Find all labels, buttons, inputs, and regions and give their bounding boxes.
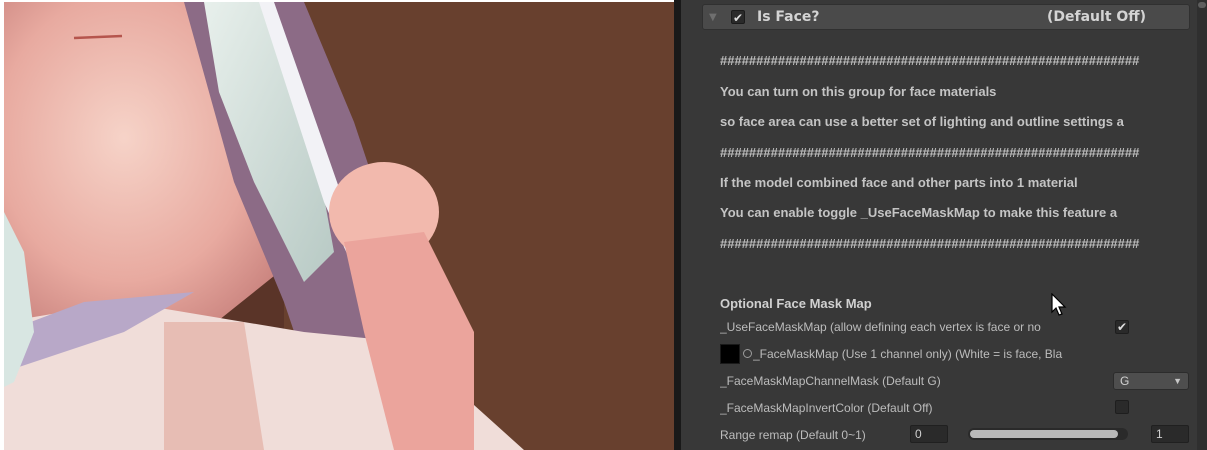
pane-divider[interactable] [674, 0, 681, 450]
scrollbar-thumb[interactable] [1198, 2, 1206, 8]
help-text-line: so face area can use a better set of lig… [720, 114, 1124, 129]
range-max-field[interactable]: 1 [1151, 425, 1189, 443]
range-remap-label: Range remap (Default 0~1) [720, 428, 866, 442]
help-text-line: If the model combined face and other par… [720, 175, 1078, 190]
separator-line: ########################################… [720, 53, 1140, 68]
scene-viewport[interactable] [4, 2, 674, 450]
group-default-label: (Default Off) [1047, 9, 1147, 25]
is-face-group-header[interactable]: ▼ ✔ Is Face? (Default Off) [702, 4, 1190, 30]
range-min-field[interactable]: 0 [910, 425, 948, 443]
help-text-line: You can enable toggle _UseFaceMaskMap to… [720, 205, 1118, 220]
invert-color-label: _FaceMaskMapInvertColor (Default Off) [720, 401, 933, 415]
section-title: Optional Face Mask Map [720, 296, 872, 311]
foldout-arrow-icon[interactable]: ▼ [709, 12, 721, 23]
inspector-scrollbar[interactable] [1197, 0, 1207, 450]
separator-line: ########################################… [720, 145, 1140, 160]
face-mask-map-texture-slot[interactable] [720, 344, 740, 364]
separator-line: ########################################… [720, 236, 1140, 251]
help-text-line: You can turn on this group for face mate… [720, 84, 997, 99]
use-face-mask-map-toggle[interactable]: ✔ [1115, 320, 1129, 334]
invert-color-toggle[interactable] [1115, 400, 1129, 414]
use-face-mask-map-label: _UseFaceMaskMap (allow defining each ver… [720, 320, 1041, 334]
inspector-panel: ▼ ✔ Is Face? (Default Off) #############… [681, 0, 1207, 450]
range-slider-fill[interactable] [970, 430, 1119, 438]
face-mask-map-label: _FaceMaskMap (Use 1 channel only) (White… [753, 347, 1063, 361]
is-face-toggle[interactable]: ✔ [731, 10, 745, 25]
channel-mask-label: _FaceMaskMapChannelMask (Default G) [720, 374, 941, 388]
range-slider[interactable] [968, 428, 1128, 440]
mouse-cursor-icon [1051, 293, 1067, 316]
group-title: Is Face? [757, 9, 820, 25]
channel-mask-dropdown[interactable]: G ▼ [1113, 372, 1189, 390]
channel-mask-value: G [1120, 374, 1130, 388]
object-picker-icon[interactable] [743, 349, 752, 358]
character-render-image [4, 2, 674, 450]
dropdown-arrow-icon: ▼ [1173, 376, 1182, 386]
